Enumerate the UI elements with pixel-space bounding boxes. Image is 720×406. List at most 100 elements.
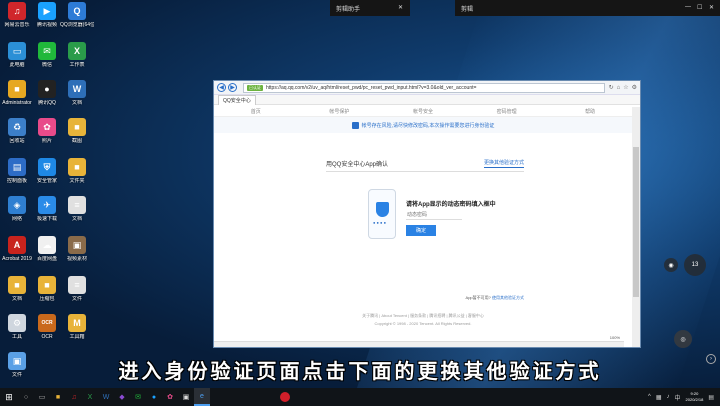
- ie-browser-icon[interactable]: e: [194, 388, 210, 406]
- desktop-icon[interactable]: ✿ 照片: [30, 118, 64, 144]
- desktop-icon[interactable]: ■ Administrator: [0, 80, 34, 106]
- desktop-icon[interactable]: ☁ 百度网盘: [30, 236, 64, 262]
- desktop-icon[interactable]: ✈ 极速下载: [30, 196, 64, 222]
- desktop-icon[interactable]: ▤ 控制面板: [0, 158, 34, 184]
- tray-chevron-icon[interactable]: ^: [648, 394, 651, 400]
- wechat-icon[interactable]: ✉: [130, 388, 146, 406]
- desktop-icon[interactable]: ▣ 视频素材: [60, 236, 94, 262]
- desktop-icon[interactable]: ▶ 腾讯视频: [30, 2, 64, 28]
- desktop-icon[interactable]: ⚙ 工具: [0, 314, 34, 340]
- desktop-icon[interactable]: Q QQ浏览器(64位): [60, 2, 94, 28]
- address-bar[interactable]: 已认证 https://aq.qq.com/v2/uv_aq/html/rese…: [243, 82, 605, 93]
- card-title: 用QQ安全中心App确认: [326, 162, 389, 168]
- tab-bar: QQ安全中心: [214, 94, 640, 105]
- desktop-icon[interactable]: ■ 压缩包: [30, 276, 64, 302]
- minimize-icon[interactable]: —: [685, 4, 691, 10]
- desktop-icon[interactable]: ≡ 文档: [60, 196, 94, 222]
- assist-ball[interactable]: ◎: [674, 330, 692, 348]
- desktop-icon[interactable]: OCR OCR: [30, 314, 64, 340]
- recorder-title-left: 剪辑助手: [336, 7, 361, 13]
- star-icon[interactable]: ☆: [623, 84, 628, 91]
- system-tray: ^ ▦ ♪ 中 9:20 2020/2/18 ▤: [648, 388, 714, 406]
- desktop-icon[interactable]: ♻ 回收站: [0, 118, 34, 144]
- app-icon: W: [68, 80, 86, 98]
- desktop-icon-label: 压缩包: [39, 296, 55, 302]
- netease-music-icon[interactable]: ♫: [66, 388, 82, 406]
- refresh-icon[interactable]: ↻: [609, 84, 614, 91]
- switch-verify-method-link[interactable]: 更换其他验证方式: [483, 159, 524, 168]
- app-icon: ▣: [68, 236, 86, 254]
- desktop-icon[interactable]: ♫ 网易云音乐: [0, 2, 34, 28]
- app-icon[interactable]: ▣: [178, 388, 194, 406]
- floating-ball-small[interactable]: ◉: [664, 258, 678, 272]
- desktop-icon[interactable]: ⛨ 安全管家: [30, 158, 64, 184]
- excel-icon[interactable]: X: [82, 388, 98, 406]
- desktop-icon-label: 文档: [11, 296, 22, 302]
- back-icon[interactable]: ◀: [217, 83, 226, 92]
- recorder-bar-right: 剪辑 — ☐ ✕: [455, 0, 720, 16]
- floating-ball[interactable]: 13: [684, 254, 706, 276]
- warning-icon: [351, 121, 359, 129]
- desktop-icon[interactable]: ✉ 微信: [30, 42, 64, 68]
- task-view-icon[interactable]: ▭: [34, 388, 50, 406]
- app-icon[interactable]: ◆: [114, 388, 130, 406]
- qq-icon[interactable]: ●: [146, 388, 162, 406]
- gear-icon[interactable]: ⚙: [632, 84, 637, 91]
- desktop-icon[interactable]: ▭ 此电脑: [0, 42, 34, 68]
- dynamic-code-input[interactable]: [406, 211, 462, 220]
- clock[interactable]: 9:20 2020/2/18: [686, 391, 704, 403]
- site-nav: 首页 帐号保护 帐号安全 密码管理 帮助: [214, 107, 632, 117]
- desktop-icon[interactable]: ■ 截图: [60, 118, 94, 144]
- volume-icon[interactable]: ♪: [667, 394, 670, 400]
- word-icon[interactable]: W: [98, 388, 114, 406]
- record-icon[interactable]: [280, 392, 290, 402]
- nav-item[interactable]: 首页: [214, 108, 298, 116]
- app-icon: ▭: [8, 42, 26, 60]
- tab-qq-security[interactable]: QQ安全中心: [218, 94, 256, 105]
- forward-icon[interactable]: ▶: [228, 83, 237, 92]
- scroll-thumb[interactable]: [633, 147, 639, 297]
- other-method-link[interactable]: 使用其他验证方式: [492, 295, 524, 300]
- code-prompt: 请将App显示的动态密码填入框中: [406, 202, 496, 208]
- notification-icon[interactable]: ▤: [708, 394, 714, 401]
- app-icon: ▤: [8, 158, 26, 176]
- nav-item[interactable]: 帐号保护: [298, 108, 382, 116]
- vertical-scrollbar[interactable]: [632, 107, 640, 347]
- close-icon[interactable]: ✕: [398, 4, 403, 11]
- file-explorer-icon[interactable]: ■: [50, 388, 66, 406]
- nav-item[interactable]: 密码管理: [465, 108, 549, 116]
- desktop-icon-label: 微信: [41, 62, 52, 68]
- address-row: ◀ ▶ 已认证 https://aq.qq.com/v2/uv_aq/html/…: [214, 81, 640, 95]
- confirm-button[interactable]: 确定: [406, 225, 436, 236]
- network-icon[interactable]: ▦: [656, 394, 662, 401]
- desktop-icon[interactable]: M 工具箱: [60, 314, 94, 340]
- nav-item[interactable]: 帐号安全: [381, 108, 465, 116]
- desktop-icon[interactable]: ■ 文件夹: [60, 158, 94, 184]
- app-icon: Q: [68, 2, 86, 20]
- desktop-icon-label: 腾讯视频: [36, 22, 57, 28]
- desktop-icon[interactable]: A Acrobat 2019: [0, 236, 34, 262]
- desktop-icon[interactable]: W 文档: [60, 80, 94, 106]
- horizontal-scrollbar[interactable]: [214, 341, 624, 347]
- desktop-icon[interactable]: ● 腾讯QQ: [30, 80, 64, 106]
- app-icon: ▶: [38, 2, 56, 20]
- home-icon[interactable]: ⌂: [617, 85, 621, 91]
- desktop-icon[interactable]: ■ 文档: [0, 276, 34, 302]
- windows-start-icon[interactable]: ⊞: [0, 388, 18, 406]
- app-icon: ■: [38, 276, 56, 294]
- desktop-icon-label: 极速下载: [36, 216, 57, 222]
- desktop-icon[interactable]: X 工作表: [60, 42, 94, 68]
- footer-links[interactable]: 关于腾讯 | About Tencent | 服务条款 | 腾讯招聘 | 腾讯公…: [214, 312, 632, 320]
- nav-item[interactable]: 帮助: [548, 108, 632, 116]
- desktop-icon-label: 腾讯QQ: [38, 100, 56, 106]
- desktop: 剪辑助手 ✕ 剪辑 — ☐ ✕ ♫ 网易云音乐 ▶ 腾讯视频 Q QQ浏览器(64位) ▭ 此…: [0, 0, 720, 388]
- close-icon[interactable]: ✕: [709, 4, 714, 11]
- zoom-level[interactable]: 100%: [610, 335, 620, 340]
- search-icon[interactable]: ○: [18, 388, 34, 406]
- desktop-icon[interactable]: ≡ 文件: [60, 276, 94, 302]
- ime-icon[interactable]: 中: [675, 393, 681, 402]
- desktop-icon-label: 截图: [71, 138, 82, 144]
- photo-icon[interactable]: ✿: [162, 388, 178, 406]
- desktop-icon[interactable]: ◈ 网络: [0, 196, 34, 222]
- maximize-icon[interactable]: ☐: [697, 4, 702, 11]
